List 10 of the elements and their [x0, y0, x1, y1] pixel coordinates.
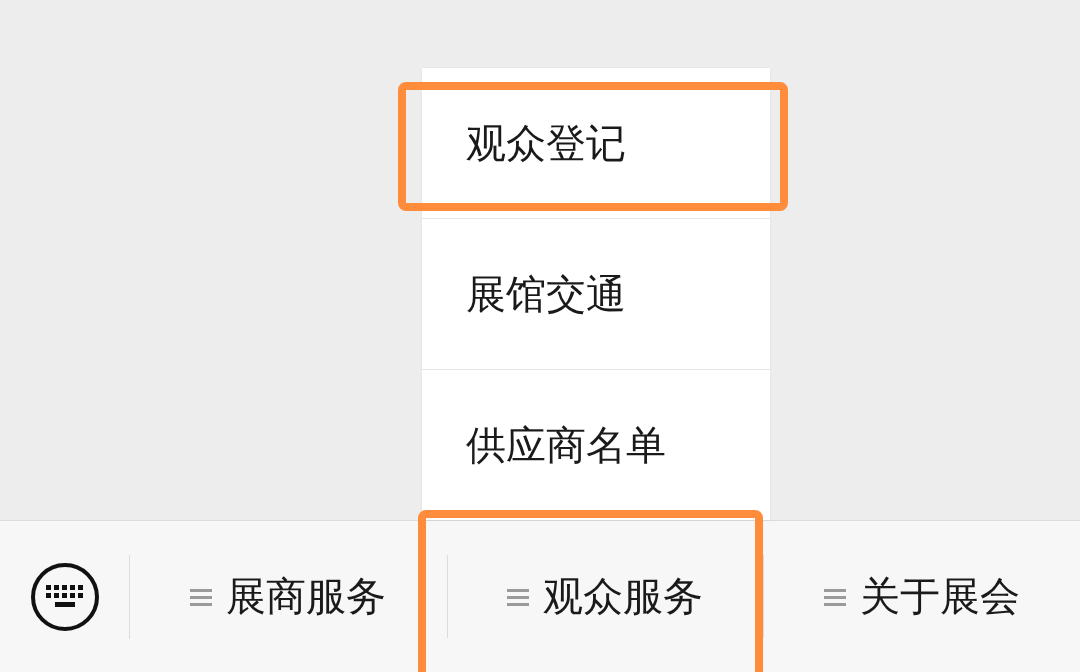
menu-icon — [823, 586, 846, 607]
menu-icon — [507, 586, 529, 607]
menu-tab[interactable]: 观众服务 — [446, 521, 764, 672]
keyboard-icon[interactable] — [28, 560, 101, 633]
menu-item[interactable]: 展馆交通 — [422, 219, 770, 369]
menu-icon — [190, 586, 213, 607]
menu-item[interactable]: 观众登记 — [422, 68, 770, 218]
menu-item[interactable]: 供应商名单 — [422, 370, 770, 520]
menu-tab[interactable]: 关于展会 — [763, 521, 1080, 672]
menu-tab[interactable]: 展商服务 — [130, 521, 447, 672]
